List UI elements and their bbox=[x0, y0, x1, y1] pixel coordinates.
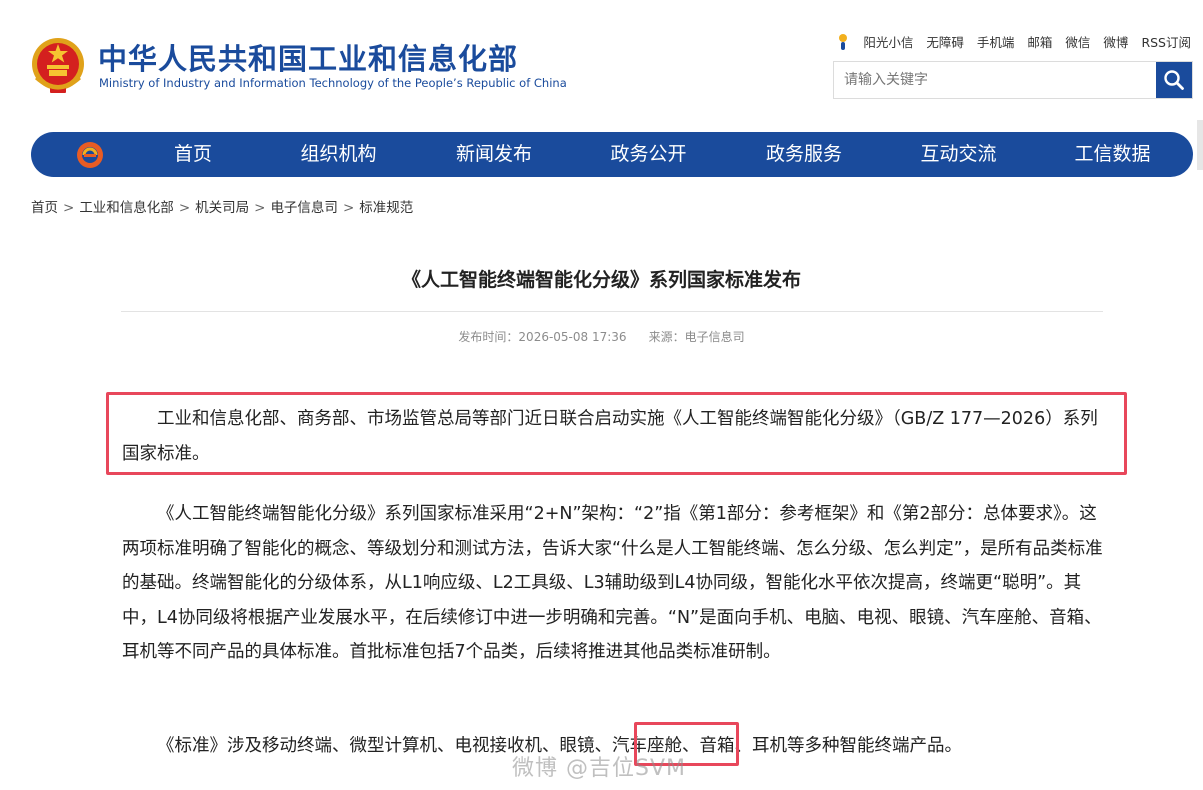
link-mail[interactable]: 邮箱 bbox=[1027, 32, 1052, 51]
article-meta: 发布时间：2026-05-08 17:36 来源：电子信息司 bbox=[0, 328, 1203, 345]
title-divider bbox=[121, 311, 1103, 312]
breadcrumb-home[interactable]: 首页 bbox=[31, 200, 58, 216]
article-title: 《人工智能终端智能化分级》系列国家标准发布 bbox=[401, 269, 801, 291]
nav-news[interactable]: 新闻发布 bbox=[417, 132, 571, 177]
search-icon bbox=[1164, 70, 1184, 90]
breadcrumb-departments[interactable]: 机关司局 bbox=[195, 200, 249, 216]
link-accessibility[interactable]: 无障碍 bbox=[926, 32, 964, 51]
breadcrumb-electronics[interactable]: 电子信息司 bbox=[270, 200, 338, 216]
top-links: 阳光小信 无障碍 手机端 邮箱 微信 微博 RSS订阅 bbox=[836, 32, 1191, 51]
site-name-en[interactable]: Ministry of Industry and Information Tec… bbox=[99, 76, 567, 90]
article-paragraph-2: 《人工智能终端智能化分级》系列国家标准采用“2+N”架构：“2”指《第1部分：参… bbox=[122, 504, 1103, 662]
article-source: 来源：电子信息司 bbox=[648, 330, 745, 344]
nav-items: 首页 组织机构 新闻发布 政务公开 政务服务 互动交流 工信数据 bbox=[126, 132, 1190, 177]
breadcrumb-ministry[interactable]: 工业和信息化部 bbox=[79, 200, 174, 216]
publish-time: 发布时间：2026-05-08 17:36 bbox=[458, 330, 627, 344]
sunshine-mascot-icon[interactable] bbox=[836, 33, 850, 51]
breadcrumb-standards[interactable]: 标准规范 bbox=[359, 200, 413, 216]
link-rss[interactable]: RSS订阅 bbox=[1141, 32, 1191, 51]
link-mobile[interactable]: 手机端 bbox=[977, 32, 1015, 51]
nav-data[interactable]: 工信数据 bbox=[1035, 132, 1190, 177]
nav-organization[interactable]: 组织机构 bbox=[260, 132, 417, 177]
national-emblem-icon[interactable] bbox=[30, 34, 86, 96]
nav-affairs-service[interactable]: 政务服务 bbox=[726, 132, 882, 177]
link-sunshine[interactable]: 阳光小信 bbox=[863, 32, 913, 51]
nav-home[interactable]: 首页 bbox=[126, 132, 260, 177]
scrollbar[interactable] bbox=[1197, 120, 1203, 170]
nav-affairs-public[interactable]: 政务公开 bbox=[571, 132, 726, 177]
search-box bbox=[833, 61, 1193, 99]
nav-interaction[interactable]: 互动交流 bbox=[882, 132, 1035, 177]
highlight-box-paragraph bbox=[106, 392, 1127, 475]
watermark: 微博 @吉位SVM bbox=[512, 756, 686, 781]
search-input[interactable] bbox=[834, 62, 1154, 98]
main-nav: 首页 组织机构 新闻发布 政务公开 政务服务 互动交流 工信数据 bbox=[31, 132, 1193, 177]
breadcrumb-separator: > bbox=[63, 200, 75, 216]
breadcrumb: 首页 > 工业和信息化部 > 机关司局 > 电子信息司 > 标准规范 bbox=[31, 196, 413, 216]
link-wechat[interactable]: 微信 bbox=[1065, 32, 1090, 51]
site-header: 中华人民共和国工业和信息化部 Ministry of Industry and … bbox=[0, 0, 1203, 130]
site-name-cn[interactable]: 中华人民共和国工业和信息化部 bbox=[98, 36, 518, 78]
search-button[interactable] bbox=[1156, 62, 1192, 98]
breadcrumb-separator: > bbox=[254, 200, 266, 216]
miit-logo-icon[interactable] bbox=[75, 140, 105, 170]
link-weibo[interactable]: 微博 bbox=[1103, 32, 1128, 51]
breadcrumb-separator: > bbox=[342, 200, 355, 216]
breadcrumb-separator: > bbox=[178, 200, 191, 216]
